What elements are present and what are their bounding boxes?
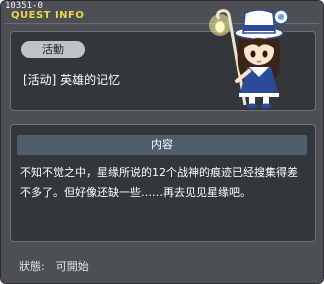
dress-trim bbox=[239, 93, 279, 97]
right-eye bbox=[262, 50, 268, 58]
quest-info-window: 10351-0 QUEST INFO 活動 [活动] 英雄的记忆 内容 不知不觉… bbox=[0, 0, 324, 284]
left-eye bbox=[250, 50, 256, 58]
npc-girl-with-lantern-staff-icon bbox=[209, 9, 289, 109]
window-title: QUEST INFO bbox=[11, 10, 85, 21]
quest-description: 不知不觉之中，星缘所说的12个战神的痕迹已经搜集得差不多了。但好像还缺一些……再… bbox=[20, 166, 298, 199]
hat-ornament-center bbox=[278, 14, 284, 20]
lantern-bulb bbox=[214, 20, 226, 34]
hat-band bbox=[244, 25, 274, 31]
quest-status: 狀態: 可開始 bbox=[19, 260, 89, 273]
quest-category-badge: 活動 bbox=[21, 41, 85, 58]
detail-header: 内容 bbox=[17, 135, 307, 155]
quest-detail-panel: 内容 不知不觉之中，星缘所说的12个战神的痕迹已经搜集得差不多了。但好像还缺一些… bbox=[10, 124, 316, 242]
left-shoe bbox=[247, 103, 257, 109]
quest-name: [活动] 英雄的记忆 bbox=[23, 73, 121, 87]
right-shoe bbox=[261, 103, 271, 109]
